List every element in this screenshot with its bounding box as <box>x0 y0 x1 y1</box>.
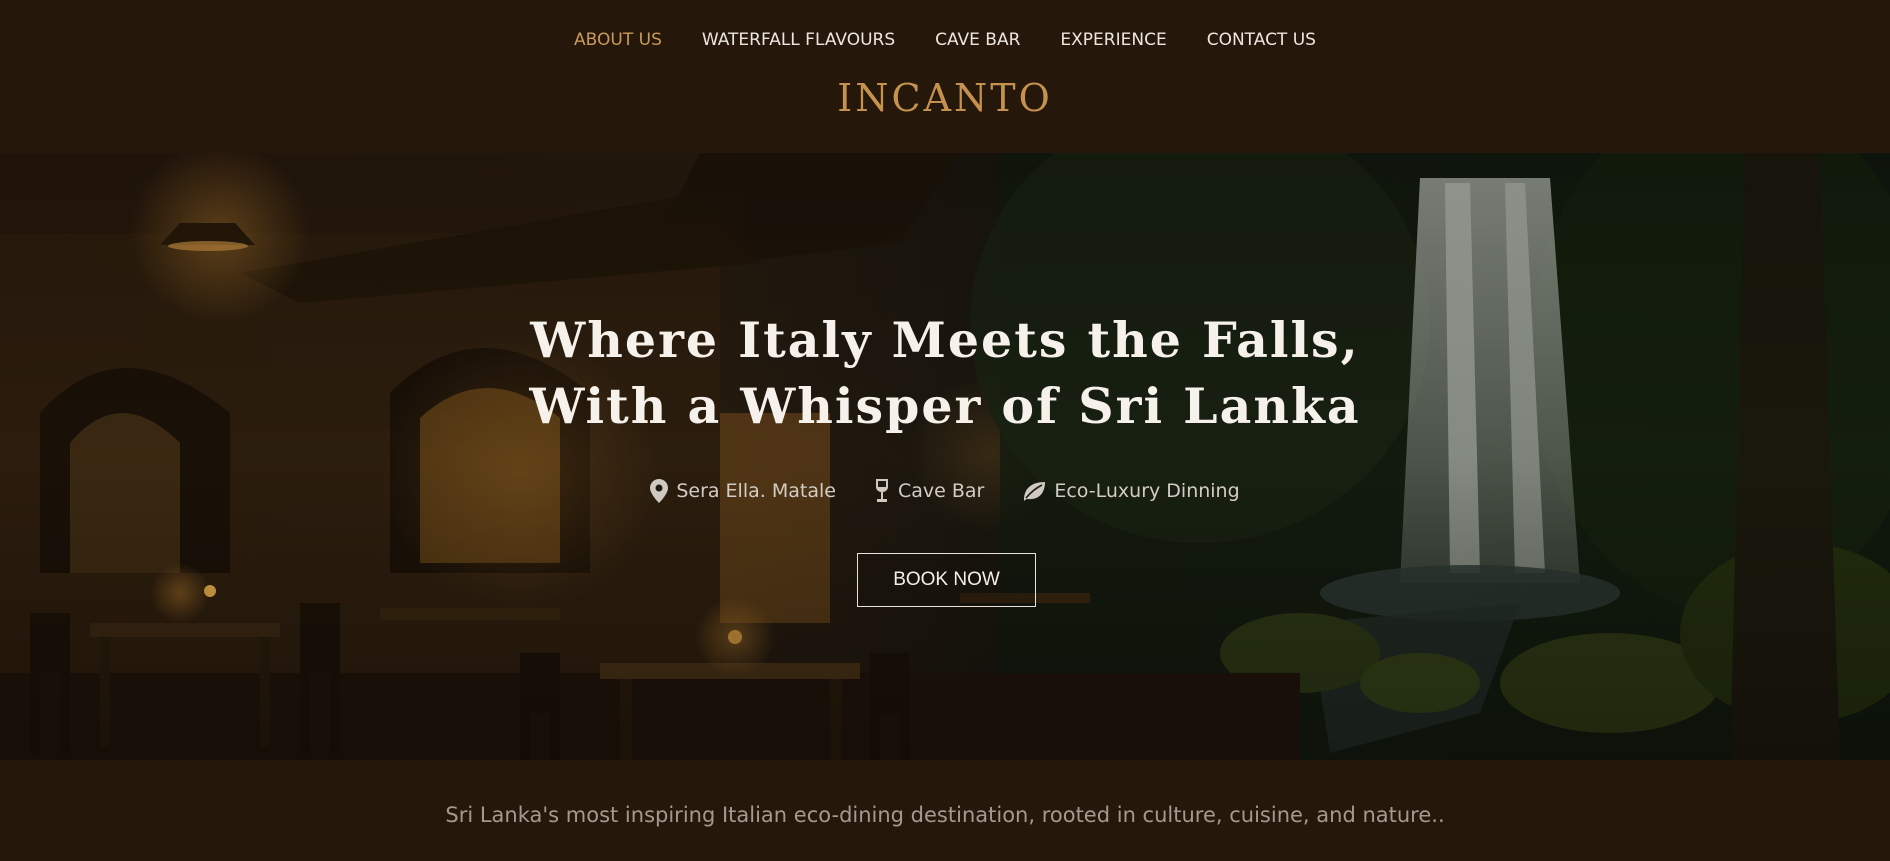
nav-link-experience[interactable]: EXPERIENCE <box>1060 29 1166 51</box>
nav-link-about-us[interactable]: ABOUT US <box>574 29 662 51</box>
feature-location: Sera Ella. Matale <box>650 479 836 503</box>
nav-link-waterfall-flavours[interactable]: WATERFALL FLAVOURS <box>702 29 895 51</box>
hero-section: Where Italy Meets the Falls, With a Whis… <box>0 153 1890 760</box>
map-pin-icon <box>650 479 669 503</box>
hero-background-image <box>0 153 1890 760</box>
site-logo[interactable]: INCANTO <box>0 76 1890 120</box>
wine-glass-icon <box>875 479 888 502</box>
tagline-text: Sri Lanka's most inspiring Italian eco-d… <box>445 803 1445 827</box>
feature-eco-luxury-label: Eco-Luxury Dinning <box>1054 480 1240 502</box>
book-now-button[interactable]: BOOK NOW <box>857 553 1036 607</box>
site-header: ABOUT US WATERFALL FLAVOURS CAVE BAR EXP… <box>0 0 1890 153</box>
feature-cave-bar: Cave Bar <box>874 479 984 503</box>
feature-location-label: Sera Ella. Matale <box>676 480 836 502</box>
hero-title-line-1: Where Italy Meets the Falls, <box>530 311 1360 369</box>
hero-title-line-2: With a Whisper of Sri Lanka <box>529 377 1361 435</box>
hero-features: Sera Ella. Matale Cave Bar Eco-Luxury Di… <box>0 479 1890 503</box>
nav-link-contact-us[interactable]: CONTACT US <box>1207 29 1316 51</box>
leaf-icon <box>1024 482 1046 501</box>
feature-cave-bar-label: Cave Bar <box>897 480 985 502</box>
feature-eco-luxury: Eco-Luxury Dinning <box>1022 479 1240 503</box>
nav-link-cave-bar[interactable]: CAVE BAR <box>935 29 1020 51</box>
main-nav: ABOUT US WATERFALL FLAVOURS CAVE BAR EXP… <box>0 29 1890 51</box>
